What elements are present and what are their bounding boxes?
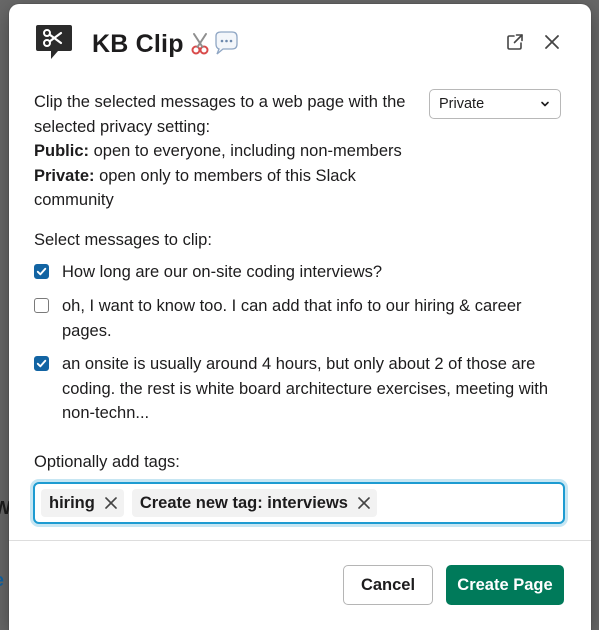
description-private: Private: open only to members of this Sl… xyxy=(34,164,429,213)
tag-chip: Create new tag: interviews xyxy=(131,489,377,517)
remove-tag-icon[interactable] xyxy=(104,496,118,510)
public-label: Public: xyxy=(34,142,90,160)
description-intro: Clip the selected messages to a web page… xyxy=(34,93,406,136)
message-checkbox[interactable] xyxy=(34,356,49,371)
dialog-header: KB Clip xyxy=(9,4,591,82)
external-link-icon xyxy=(507,34,523,50)
message-option: oh, I want to know too. I can add that i… xyxy=(34,294,574,343)
tag-label: hiring xyxy=(49,493,95,512)
checkmark-icon xyxy=(36,359,47,368)
message-text: oh, I want to know too. I can add that i… xyxy=(62,297,522,340)
background-fragment: e xyxy=(0,570,4,591)
private-label: Private: xyxy=(34,166,95,185)
open-external-button[interactable] xyxy=(502,29,528,55)
privacy-description: Clip the selected messages to a web page… xyxy=(34,90,429,213)
tag-chip: hiring xyxy=(41,489,124,517)
public-text: open to everyone, including non-members xyxy=(89,142,402,160)
close-icon xyxy=(545,35,559,49)
cancel-button[interactable]: Cancel xyxy=(343,565,433,605)
close-button[interactable] xyxy=(539,29,565,55)
privacy-select-value: Private xyxy=(439,96,485,112)
message-option: How long are our on-site coding intervie… xyxy=(34,260,574,285)
tag-label: Create new tag: interviews xyxy=(139,493,348,512)
chevron-down-icon xyxy=(541,101,549,107)
message-text: an onsite is usually around 4 hours, but… xyxy=(62,355,549,422)
message-text: How long are our on-site coding intervie… xyxy=(62,263,383,281)
message-option: an onsite is usually around 4 hours, but… xyxy=(34,352,574,426)
create-page-button[interactable]: Create Page xyxy=(446,565,564,605)
message-checkbox[interactable] xyxy=(34,264,49,279)
messages-label: Select messages to clip: xyxy=(34,231,212,249)
message-checkbox[interactable] xyxy=(34,298,49,313)
scissors-speech-bubble-icon xyxy=(36,25,72,59)
scissors-and-speech-balloon-emoji xyxy=(190,30,240,58)
tags-input[interactable]: hiring Create new tag: interviews xyxy=(33,482,565,524)
footer-divider xyxy=(9,540,591,541)
dialog-title: KB Clip xyxy=(92,29,184,58)
remove-tag-icon[interactable] xyxy=(357,496,371,510)
tags-label: Optionally add tags: xyxy=(34,453,180,471)
privacy-select[interactable]: Private xyxy=(429,89,561,119)
checkmark-icon xyxy=(36,267,47,276)
description-public: Public: open to everyone, including non-… xyxy=(34,139,429,164)
kb-clip-dialog: KB Clip Clip the selected messages to a … xyxy=(9,4,591,630)
